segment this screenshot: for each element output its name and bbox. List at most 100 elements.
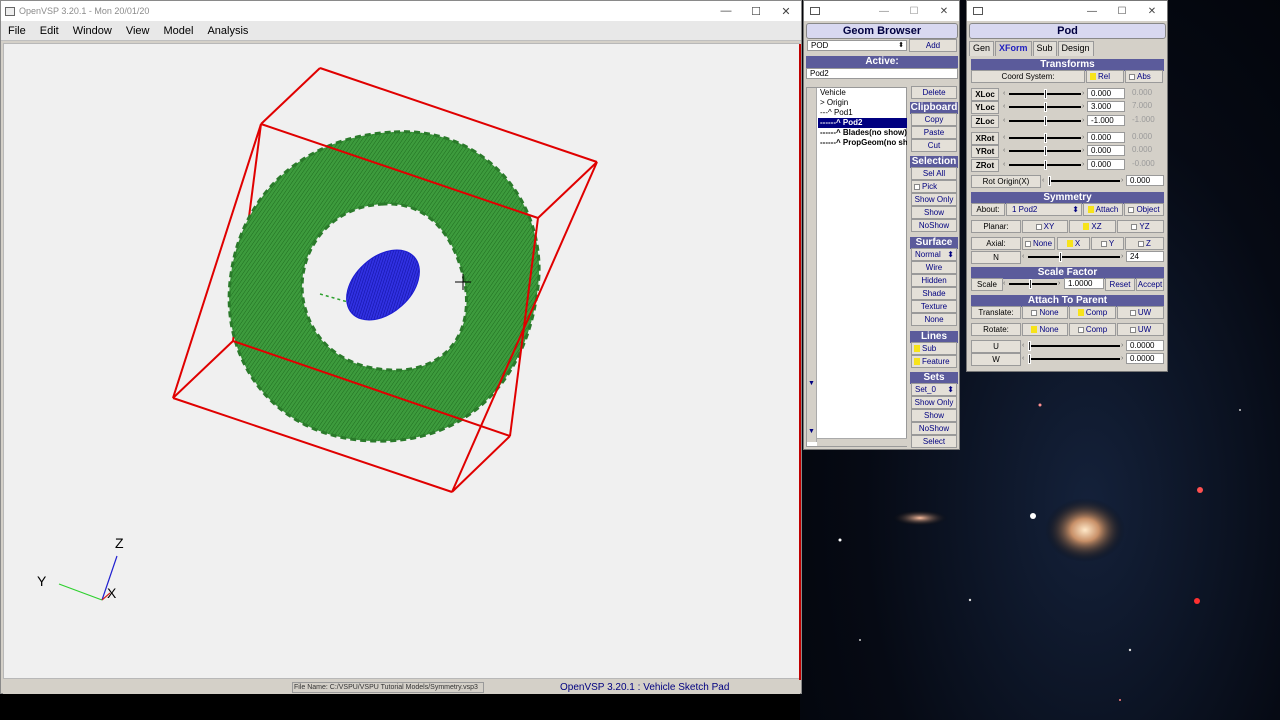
object-toggle[interactable]: Object (1124, 203, 1164, 216)
slider-left-icon[interactable]: ‹ (1003, 279, 1008, 289)
tree-item[interactable]: ---^ Pod1 (818, 108, 907, 118)
menu-edit[interactable]: Edit (33, 25, 66, 37)
set-select[interactable]: Set_0 ⬍ (911, 383, 957, 396)
rot-origin-value[interactable]: 0.000 (1126, 175, 1164, 186)
select-button[interactable]: Select (911, 435, 957, 448)
u-slider[interactable]: ‹ › (1022, 341, 1126, 351)
menu-model[interactable]: Model (156, 25, 200, 37)
axial-checkbox[interactable] (1138, 240, 1145, 247)
accept-button[interactable]: Accept (1136, 278, 1164, 291)
translate-uw-checkbox[interactable] (1129, 309, 1136, 316)
slider-left-icon[interactable]: ‹ (1022, 354, 1027, 364)
hidden-button[interactable]: Hidden (911, 274, 957, 287)
tree-item[interactable]: > Origin (818, 98, 907, 108)
slider-thumb[interactable] (1044, 133, 1047, 143)
sub-toggle[interactable]: Sub (911, 342, 957, 355)
translate-none-checkbox[interactable] (1031, 309, 1038, 316)
planar-xz[interactable]: XZ (1069, 220, 1116, 233)
sub-checkbox[interactable] (914, 345, 920, 353)
scale-value[interactable]: 1.0000 (1064, 278, 1104, 289)
attach-checkbox[interactable] (1087, 206, 1094, 214)
xform-value[interactable]: -1.000 (1087, 115, 1125, 126)
translate-comp-checkbox[interactable] (1077, 309, 1084, 317)
reset-button[interactable]: Reset (1105, 278, 1135, 291)
xform-slider[interactable]: ‹ › (1003, 89, 1087, 99)
gb-close-button[interactable]: ✕ (929, 6, 959, 17)
w-slider[interactable]: ‹ › (1022, 354, 1126, 364)
feature-checkbox[interactable] (914, 358, 920, 366)
pod-minimize-button[interactable]: — (1077, 6, 1107, 17)
slider-left-icon[interactable]: ‹ (1042, 176, 1047, 186)
menu-window[interactable]: Window (66, 25, 119, 37)
minimize-button[interactable]: — (711, 5, 741, 18)
slider-left-icon[interactable]: ‹ (1003, 146, 1008, 156)
slider-thumb[interactable] (1048, 176, 1051, 186)
sets-noshow-button[interactable]: NoShow (911, 422, 957, 435)
u-value[interactable]: 0.0000 (1126, 340, 1164, 351)
slider-thumb[interactable] (1044, 102, 1047, 112)
cut-button[interactable]: Cut (911, 139, 957, 152)
tab-sub[interactable]: Sub (1032, 41, 1057, 56)
rotate-comp[interactable]: Comp (1069, 323, 1116, 336)
xform-value[interactable]: 0.000 (1087, 159, 1125, 170)
show-only-button[interactable]: Show Only (911, 193, 957, 206)
3d-viewport[interactable]: Y Z X (3, 43, 801, 680)
xform-slider[interactable]: ‹ › (1003, 133, 1087, 143)
planar-xy[interactable]: XY (1022, 220, 1068, 233)
slider-thumb[interactable] (1044, 116, 1047, 126)
slider-left-icon[interactable]: ‹ (1022, 341, 1027, 351)
xform-value[interactable]: 0.000 (1087, 132, 1125, 143)
geom-type-select[interactable]: POD ⬍ (807, 40, 907, 51)
scroll-end-icon[interactable]: ▼ (808, 428, 815, 435)
tree-scrollbar[interactable]: ▼ ▼ (807, 88, 817, 442)
rel-checkbox[interactable] (1090, 73, 1096, 81)
slider-thumb[interactable] (1029, 279, 1032, 289)
planar-yz[interactable]: YZ (1117, 220, 1164, 233)
paste-button[interactable]: Paste (911, 126, 957, 139)
scroll-down-icon[interactable]: ▼ (808, 380, 815, 387)
planar-xy-checkbox[interactable] (1035, 223, 1042, 230)
sets-show-only-button[interactable]: Show Only (911, 396, 957, 409)
axial-z[interactable]: Z (1125, 237, 1164, 250)
rotate-uw-checkbox[interactable] (1129, 326, 1136, 333)
menu-file[interactable]: File (1, 25, 33, 37)
axial-checkbox[interactable] (1024, 240, 1031, 247)
tree-item[interactable]: ------^ Pod2 (818, 118, 907, 128)
xform-slider[interactable]: ‹ › (1003, 102, 1087, 112)
maximize-button[interactable]: ☐ (741, 5, 771, 18)
slider-left-icon[interactable]: ‹ (1003, 102, 1008, 112)
rotate-none-checkbox[interactable] (1031, 326, 1038, 334)
slider-thumb[interactable] (1059, 252, 1062, 262)
rotate-uw[interactable]: UW (1117, 323, 1164, 336)
none-button[interactable]: None (911, 313, 957, 326)
slider-thumb[interactable] (1028, 341, 1031, 351)
axial-none[interactable]: None (1022, 237, 1055, 250)
xform-slider[interactable]: ‹ › (1003, 160, 1087, 170)
abs-toggle[interactable]: Abs (1125, 70, 1163, 83)
translate-none[interactable]: None (1022, 306, 1068, 319)
attach-toggle[interactable]: Attach (1083, 203, 1123, 216)
tab-design[interactable]: Design (1057, 41, 1094, 56)
slider-left-icon[interactable]: ‹ (1022, 252, 1027, 262)
scale-slider[interactable]: ‹ › (1003, 279, 1063, 289)
abs-checkbox[interactable] (1129, 73, 1135, 80)
tree-item[interactable]: ------^ PropGeom(no show) (818, 138, 907, 148)
slider-right-icon[interactable]: › (1058, 279, 1063, 289)
object-checkbox[interactable] (1128, 206, 1135, 213)
gb-minimize-button[interactable]: — (869, 6, 899, 17)
tree-item[interactable]: Vehicle (818, 88, 907, 98)
planar-xz-checkbox[interactable] (1083, 223, 1090, 231)
shade-button[interactable]: Shade (911, 287, 957, 300)
pod-maximize-button[interactable]: ☐ (1107, 6, 1137, 17)
slider-thumb[interactable] (1044, 146, 1047, 156)
copy-button[interactable]: Copy (911, 113, 957, 126)
surface-mode-select[interactable]: Normal ⬍ (911, 248, 957, 261)
tab-xform[interactable]: XForm (995, 41, 1032, 56)
wire-button[interactable]: Wire (911, 261, 957, 274)
delete-button[interactable]: Delete (911, 86, 957, 99)
slider-left-icon[interactable]: ‹ (1003, 89, 1008, 99)
sel-all-button[interactable]: Sel All (911, 167, 957, 180)
rotate-none[interactable]: None (1022, 323, 1068, 336)
close-button[interactable]: ✕ (771, 5, 801, 18)
geom-tree[interactable]: ▼ ▼ Vehicle > Origin ---^ Pod1 ------^ Pod2… (806, 87, 907, 447)
